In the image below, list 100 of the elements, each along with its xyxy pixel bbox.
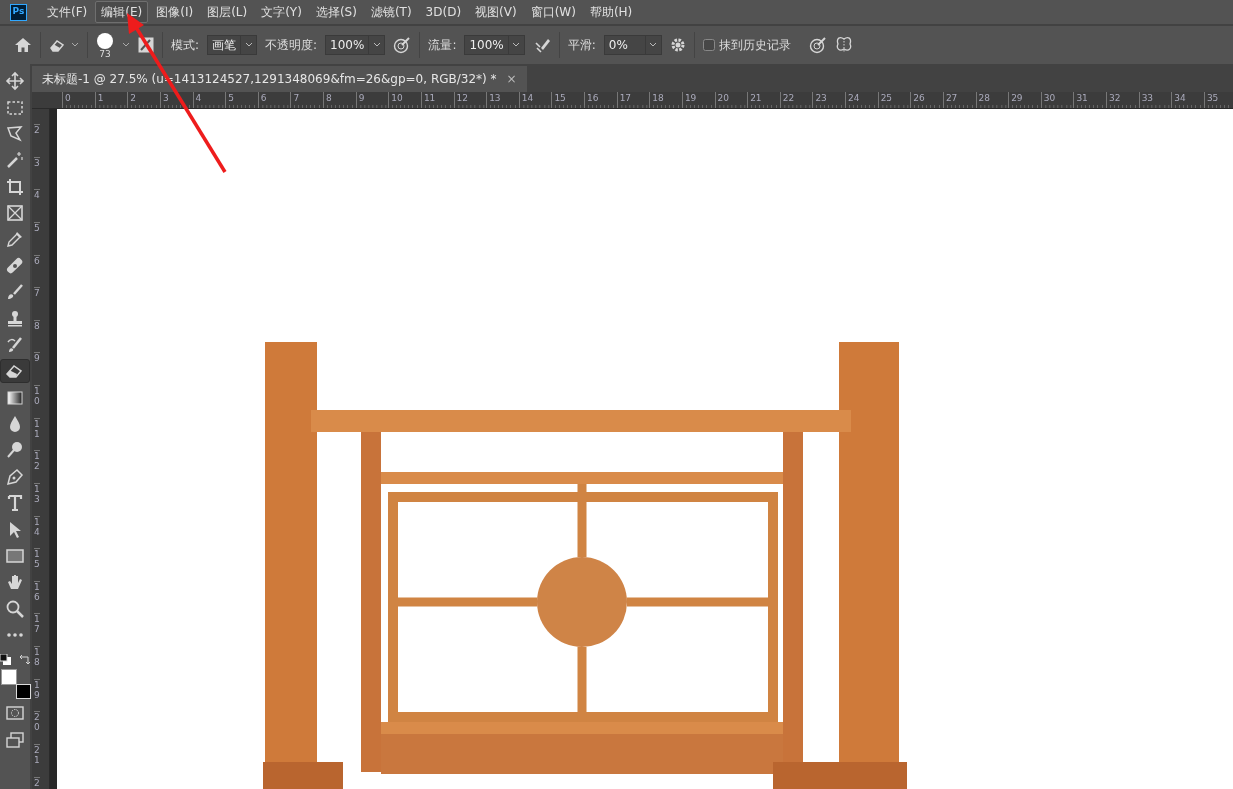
ruler-number: 11 [34,417,40,451]
ruler-number: 2 [127,92,160,108]
screen-mode-icon [5,729,25,750]
pen-icon [5,466,25,487]
menu-item[interactable]: 图层(L) [201,1,254,23]
ruler-number: 17 [34,613,40,646]
caret-icon[interactable] [649,42,658,48]
ruler-number: 28 [975,92,1009,108]
crop-tool-icon [5,176,25,197]
ruler-number: 4 [34,189,40,222]
ruler-number: 10 [388,92,421,108]
ruler-number: 29 [1008,92,1041,108]
ruler-number: 19 [681,92,715,108]
caret-icon[interactable] [372,42,381,48]
ruler-number: 24 [845,92,878,108]
checkbox-label: 抹到历史记录 [718,37,791,54]
zoom-icon [5,598,25,619]
ruler-number: 21 [747,92,780,108]
ruler-number: 13 [34,482,40,516]
lasso-tool-icon [5,123,25,144]
field-label: 模式: [171,37,200,54]
ruler-number: 16 [34,580,40,614]
eraser-icon[interactable] [49,38,79,52]
frame-tool-icon [5,203,25,224]
ruler-number: 32 [1106,92,1139,108]
ruler-number: 7 [34,287,40,320]
ruler-number: 7 [290,92,323,108]
ruler-number: 2 [34,124,40,157]
ruler-number: 18 [649,92,682,108]
ruler-number: 12 [34,450,40,483]
more-icon [7,633,23,638]
ruler-number: 3 [34,156,40,190]
ruler-number: 23 [812,92,845,108]
ruler-number: 19 [34,678,40,712]
menu-item[interactable]: 选择(S) [309,1,363,23]
menu-item[interactable]: 视图(V) [469,1,523,23]
menu-item[interactable]: 滤镜(T) [364,1,418,23]
ruler-number: 27 [942,92,976,108]
butterfly-icon[interactable] [834,36,853,54]
ruler-number: 5 [34,221,40,255]
smoothing-field[interactable]: 0% [603,35,662,55]
ruler-number: 11 [420,92,454,108]
settings-icon[interactable] [669,37,686,53]
menu-item[interactable]: 窗口(W) [524,1,582,23]
caret-icon[interactable] [512,42,521,48]
ruler-number: 21 [34,743,40,777]
field-label: 流量: [428,37,457,54]
field-label: 平滑: [567,37,596,54]
tool-button[interactable] [0,359,30,384]
brush-tip-icon[interactable] [96,31,114,50]
ruler-number: 8 [323,92,356,108]
ruler-number: 1 [94,92,128,108]
caret-icon[interactable] [244,42,253,48]
swap-colors-icon[interactable] [19,654,30,666]
ruler-number: 31 [1073,92,1106,108]
menu-item[interactable]: 帮助(H) [583,1,639,23]
ruler-number: 8 [34,319,40,353]
ruler-number: 13 [486,92,519,108]
eyedropper-icon [5,229,25,250]
default-colors-icon[interactable] [0,654,11,666]
flow-field[interactable]: 100% [464,35,525,55]
ruler-number: 9 [34,352,40,385]
background-color-swatch[interactable] [16,684,31,700]
ruler-number: 34 [1171,92,1204,108]
ruler-number: 9 [355,92,389,108]
menu-item[interactable]: 编辑(E) [95,1,149,23]
ruler-number: 6 [34,254,40,288]
app-logo: Ps [10,3,27,21]
home-icon[interactable] [14,37,32,53]
menu-item[interactable]: 图像(I) [150,1,200,23]
mode-dropdown[interactable]: 画笔 [207,35,258,55]
field-label: 不透明度: [265,37,318,54]
ruler-number: 20 [34,711,40,744]
caret-icon[interactable] [122,42,130,48]
ruler-number: 22 [779,92,813,108]
brush-size: 73 [99,49,111,59]
ruler-number: 17 [616,92,650,108]
close-button[interactable]: × [506,70,517,88]
ruler-number: 18 [34,646,40,679]
menu-item[interactable]: 3D(D) [419,1,468,23]
ruler-number: 12 [453,92,487,108]
menu-item[interactable]: 文件(F) [41,1,94,23]
opacity-field[interactable]: 100% [325,35,386,55]
ruler-number: 14 [518,92,552,108]
ruler-number: 14 [34,515,40,549]
type-tool-icon [5,493,25,514]
ruler-number: 0 [62,92,95,108]
checkbox[interactable] [702,39,715,51]
ruler-number: 4 [192,92,226,108]
move-tool-icon [5,71,25,92]
ruler-number: 5 [225,92,258,108]
ruler-number: 25 [877,92,911,108]
ruler-number: 15 [551,92,584,108]
ruler-number: 20 [714,92,748,108]
foreground-color-swatch[interactable] [1,669,17,686]
pressure-opacity-icon[interactable] [393,36,412,54]
ruler-number: 2 [34,776,40,789]
pressure-size-icon[interactable] [808,36,827,54]
airbrush-icon[interactable] [532,36,551,54]
menu-item[interactable]: 文字(Y) [255,1,308,23]
